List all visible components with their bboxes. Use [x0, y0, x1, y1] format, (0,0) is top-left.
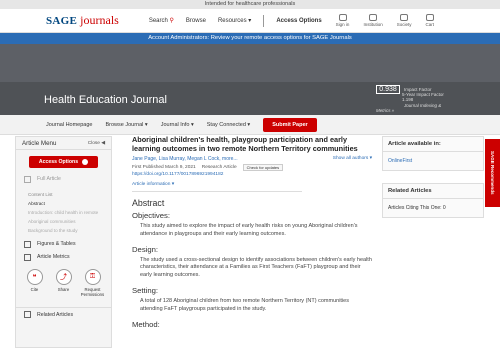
article-meta: First Published March 9, 2021 Research A… [132, 164, 372, 171]
article-content: Aboriginal children's health, playgroup … [132, 135, 372, 329]
browse-journal-link[interactable]: Browse Journal ▾ [105, 122, 147, 128]
header-divider [263, 14, 265, 27]
content-list-item[interactable]: Abstract [28, 199, 99, 208]
search-link[interactable]: Search ⚲ [149, 17, 174, 24]
article-menu-header: Article Menu Close ◀ [16, 137, 111, 150]
related-articles-box: Related Articles Articles Citing This On… [382, 183, 484, 218]
section-heading: Method: [132, 319, 160, 329]
journal-info-link[interactable]: Journal Info ▾ [161, 122, 194, 128]
section-text: The study used a cross-sectional design … [140, 256, 372, 279]
publish-date: First Published March 9, 2021 [132, 165, 196, 170]
cart-icon [425, 14, 434, 21]
right-sidebar: Article available in: OnlineFirst Relate… [382, 136, 484, 218]
access-banner[interactable]: Account Administrators: Review your remo… [0, 33, 500, 44]
journal-bar: Health Education Journal 0.938 Impact Fac… [0, 82, 500, 115]
content-list-item[interactable]: Aboriginal communities [28, 217, 99, 226]
institution-icon [369, 14, 378, 21]
logo-sage: SAGE [46, 15, 78, 27]
indexing-link[interactable]: Journal Indexing & Metrics » [376, 103, 441, 113]
top-note: Intended for healthcare professionals [0, 0, 500, 9]
quote-icon: ❝ [26, 269, 43, 285]
related-articles-link[interactable]: Related Articles [16, 307, 111, 321]
institution-button[interactable]: Institution [363, 14, 383, 27]
society-icon [400, 14, 409, 21]
journal-home-link[interactable]: Journal Homepage [46, 122, 92, 128]
online-first-link[interactable]: OnlineFirst [383, 152, 483, 170]
section-text: A total of 128 Aboriginal children from … [140, 297, 349, 312]
site-header: SAGE journals Search ⚲ Browse Resources … [0, 9, 500, 33]
close-menu-button[interactable]: Close ◀ [88, 141, 105, 146]
content-list-title: Content List [28, 192, 53, 197]
content-list: Content List Abstract Introduction: chil… [16, 190, 111, 235]
logo-journals: journals [80, 13, 119, 27]
availability-box: Article available in: OnlineFirst [382, 136, 484, 171]
journal-nav: Journal Homepage Browse Journal ▾ Journa… [0, 115, 500, 135]
lock-icon [82, 159, 89, 165]
availability-heading: Article available in: [383, 137, 483, 152]
article-metrics-link[interactable]: Article Metrics [16, 251, 111, 263]
share-icon: ⤴ [55, 269, 72, 285]
doi-link[interactable]: https://doi.org/10.1177/0017896921994182 [132, 172, 372, 177]
search-icon: ⚲ [169, 18, 174, 24]
header-icons: Sign in Institution Society Cart [336, 14, 434, 27]
content-list-item[interactable]: Background to the study [28, 226, 99, 235]
share-button[interactable]: ⤴ Share [51, 269, 77, 297]
impact-factor-box: 0.938 Impact Factor 5-Year Impact Factor … [376, 84, 452, 113]
section-text: This study aimed to explore the impact o… [140, 223, 358, 237]
figures-tables-link[interactable]: Figures & Tables [16, 237, 111, 251]
author-line: Jane Page, Lisa Murray, Megan L Cock, mo… [132, 156, 372, 162]
resources-link[interactable]: Resources ▾ [218, 17, 251, 24]
browse-link[interactable]: Browse [186, 18, 206, 24]
access-options-link[interactable]: Access Options [276, 18, 321, 24]
metrics-icon [24, 253, 31, 261]
article-type: Research Article [201, 165, 237, 170]
sage-journals-logo[interactable]: SAGE journals [46, 13, 119, 28]
sage-recommends-tab[interactable]: SAGE Recommends [485, 139, 500, 207]
check-updates-button[interactable]: Check for updates [242, 164, 284, 171]
sign-in-button[interactable]: Sign in [336, 14, 349, 27]
content-list-item[interactable]: Introduction: child health in remote [28, 208, 99, 217]
key-icon: ⚿ [84, 269, 101, 285]
article-title: Aboriginal children's health, playgroup … [132, 135, 358, 153]
request-permissions-button[interactable]: ⚿ Request Permissions [80, 269, 106, 297]
impact-factor-value: 0.938 [376, 84, 400, 94]
cart-button[interactable]: Cart [425, 14, 434, 27]
article-actions: ❝ Cite ⤴ Share ⚿ Request Permissions [16, 269, 111, 297]
chevron-down-icon: ▾ [248, 18, 252, 24]
journal-cover-strip [0, 44, 500, 82]
section-heading: Objectives: [132, 211, 171, 220]
related-articles-heading: Related Articles [383, 184, 483, 199]
header-nav: Search ⚲ Browse Resources ▾ Access Optio… [149, 14, 322, 27]
article-menu: Article Menu Close ◀ Access Options Full… [15, 136, 112, 348]
full-article-link[interactable]: Full Article [16, 172, 111, 186]
section-heading: Setting: [132, 285, 159, 295]
access-options-button[interactable]: Access Options [29, 156, 98, 168]
submit-paper-button[interactable]: Submit Paper [263, 117, 317, 132]
figures-icon [24, 240, 31, 248]
stay-connected-link[interactable]: Stay Connected ▾ [207, 122, 250, 128]
article-menu-title: Article Menu [22, 139, 57, 147]
citing-articles-count[interactable]: Articles Citing This One: 0 [383, 199, 483, 217]
five-year-impact: 5-Year Impact Factor 1.198 [402, 92, 444, 102]
society-button[interactable]: Society [397, 14, 411, 27]
section-heading: Design: [132, 244, 159, 254]
related-icon [24, 311, 31, 318]
cite-button[interactable]: ❝ Cite [22, 269, 48, 297]
abstract-heading: Abstract [132, 198, 165, 208]
show-all-authors-link[interactable]: Show all authors ▾ [333, 156, 372, 162]
user-icon [338, 14, 347, 21]
journal-title[interactable]: Health Education Journal [44, 94, 167, 106]
document-icon [24, 175, 31, 183]
authors-list[interactable]: Jane Page, Lisa Murray, Megan L Cock, mo… [132, 156, 238, 162]
article-info-toggle[interactable]: Article information ▾ [132, 182, 302, 192]
